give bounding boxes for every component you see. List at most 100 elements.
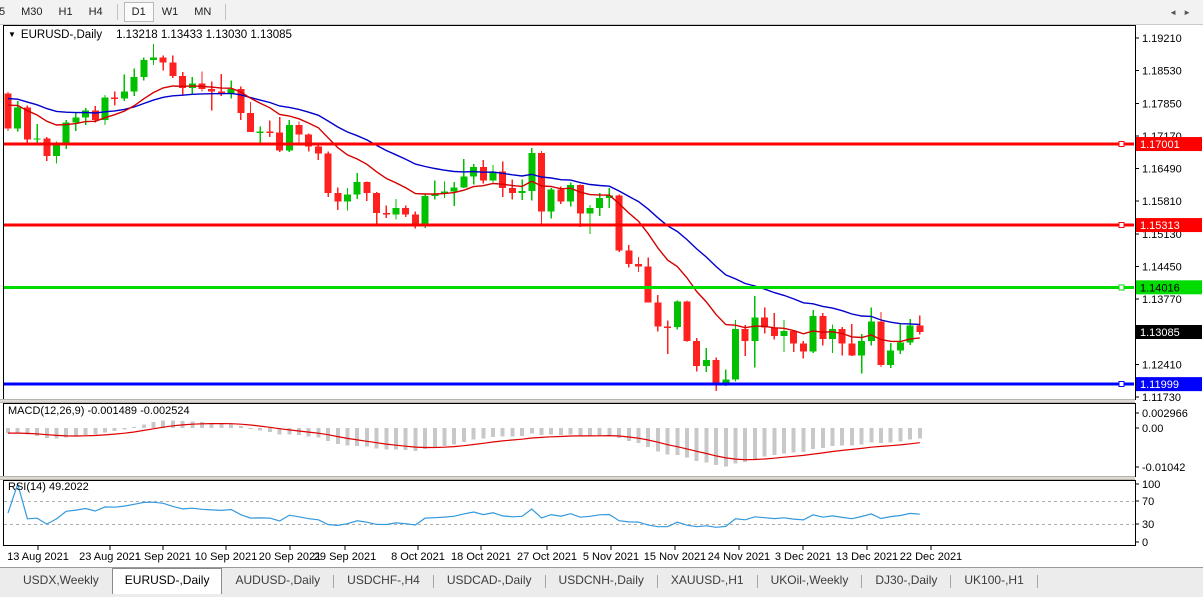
panel-splitter[interactable] — [0, 399, 1135, 403]
candle-up — [586, 207, 594, 214]
candle-up — [285, 124, 293, 151]
price-tick-label: 1.12410 — [1142, 359, 1182, 371]
candle-down — [363, 182, 371, 194]
macd-bar — [908, 428, 913, 440]
mt4-window: 5M30H1H4D1W1MN 1.192101.185301.178501.17… — [0, 0, 1203, 597]
chart-tabbar: USDX,Weekly EURUSD-,Daily AUDUSD-,Daily USD… — [0, 567, 1203, 597]
macd-bar — [811, 428, 816, 449]
macd-bar — [219, 423, 224, 428]
macd-bar — [355, 428, 360, 446]
chart-tab-ukoil-weekly[interactable]: UKOil-,Weekly — [758, 569, 862, 593]
macd-bar — [626, 428, 631, 441]
chart-tab-xauusd-h1[interactable]: XAUUSD-,H1 — [658, 569, 757, 593]
symbol-dropdown-icon[interactable]: ▼ — [8, 30, 16, 39]
candle-up — [344, 194, 351, 202]
candle-down — [819, 315, 827, 339]
candle-up — [809, 315, 817, 352]
svg-text:1.17001: 1.17001 — [1140, 139, 1180, 151]
macd-bar — [675, 428, 680, 456]
macd-bar — [607, 428, 612, 435]
candle-down — [770, 327, 778, 337]
macd-tick-label: 0.002966 — [1142, 408, 1188, 420]
candle-down — [334, 193, 342, 202]
macd-bar — [859, 428, 864, 445]
macd-bar — [112, 428, 117, 431]
macd-bar — [141, 424, 146, 428]
candle-down — [664, 326, 672, 328]
tab-scroll-right-icon[interactable]: ► — [1183, 8, 1197, 17]
candle-up — [62, 122, 70, 146]
chart-tab-audusd-daily[interactable]: AUDUSD-,Daily — [222, 569, 333, 593]
macd-bar — [423, 428, 428, 450]
rsi-tick-label: 0 — [1142, 537, 1148, 549]
candle-down — [790, 330, 798, 344]
candle-up — [751, 317, 759, 341]
candle-down — [654, 302, 662, 327]
candle-up — [887, 350, 895, 365]
candle-down — [479, 167, 487, 181]
svg-text:1.15313: 1.15313 — [1140, 220, 1180, 232]
macd-tick-label: 0.00 — [1142, 423, 1163, 435]
candle-up — [421, 195, 429, 226]
candle-down — [266, 131, 274, 133]
rsi-label: RSI(14) 49.2022 — [8, 481, 89, 493]
macd-bar — [73, 428, 78, 437]
macd-bar — [714, 428, 719, 466]
candle-up — [528, 153, 536, 192]
candle-up — [353, 182, 361, 195]
macd-bar — [558, 428, 563, 436]
macd-bar — [820, 428, 825, 448]
svg-text:1.11999: 1.11999 — [1140, 379, 1179, 391]
date-tick-label: 13 Aug 2021 — [7, 551, 69, 563]
candle-up — [596, 197, 604, 208]
macd-bar — [500, 428, 505, 437]
date-tick-label: 10 Sep 2021 — [195, 551, 257, 563]
chart-title: ▼ EURUSD-,Daily 1.13218 1.13433 1.13030 1.… — [8, 29, 292, 41]
macd-bar — [529, 428, 534, 434]
candle-up — [702, 360, 710, 366]
candle-down — [712, 360, 720, 385]
macd-bar — [248, 428, 253, 429]
line-handle — [1118, 141, 1125, 148]
candle-up — [896, 342, 904, 351]
chart-ohlc-values: 1.13218 1.13433 1.13030 1.13085 — [116, 29, 292, 41]
chart-tab-usdchf-h4[interactable]: USDCHF-,H4 — [334, 569, 433, 593]
price-tick-label: 1.17850 — [1142, 98, 1182, 110]
candle-down — [916, 325, 924, 332]
candle-down — [557, 189, 565, 202]
date-tick-label: 3 Dec 2021 — [775, 551, 831, 563]
candle-down — [382, 213, 390, 215]
svg-text:1.14016: 1.14016 — [1140, 282, 1180, 294]
chart-canvas[interactable]: 1.192101.185301.178501.171701.164901.158… — [0, 0, 1203, 567]
macd-bar — [898, 428, 903, 442]
chart-tab-uk100-h1[interactable]: UK100-,H1 — [951, 569, 1036, 593]
chart-tab-usdx-weekly[interactable]: USDX,Weekly — [10, 569, 112, 593]
candle-up — [130, 76, 138, 92]
candle-down — [91, 110, 99, 121]
macd-bar — [394, 428, 398, 450]
date-tick-label: 13 Dec 2021 — [836, 551, 898, 563]
macd-bar — [481, 428, 486, 439]
macd-bar — [35, 428, 40, 436]
macd-bar — [384, 428, 389, 450]
tab-divider — [1036, 575, 1038, 588]
date-tick-label: 8 Oct 2021 — [391, 551, 445, 563]
candle-down — [314, 146, 322, 154]
date-tick-label: 20 Sep 2021 — [259, 551, 321, 563]
chart-tab-usdcnh-daily[interactable]: USDCNH-,Daily — [546, 569, 657, 593]
candle-down — [635, 264, 642, 267]
macd-bar — [442, 428, 447, 447]
chart-tab-usdcad-daily[interactable]: USDCAD-,Daily — [434, 569, 545, 593]
macd-bar — [238, 425, 243, 428]
candle-up — [829, 328, 836, 339]
candle-up — [256, 131, 264, 133]
chart-tab-eurusd-daily[interactable]: EURUSD-,Daily — [111, 568, 223, 594]
candle-down — [324, 153, 332, 194]
panel-splitter[interactable] — [0, 476, 1135, 480]
tab-scroll-left-icon[interactable]: ◄ — [1169, 8, 1183, 17]
candle-down — [644, 266, 652, 303]
macd-bar — [229, 424, 234, 428]
price-tick-label: 1.14450 — [1142, 261, 1182, 273]
chart-tab-dj30-daily[interactable]: DJ30-,Daily — [862, 569, 950, 593]
macd-bar — [549, 428, 554, 435]
